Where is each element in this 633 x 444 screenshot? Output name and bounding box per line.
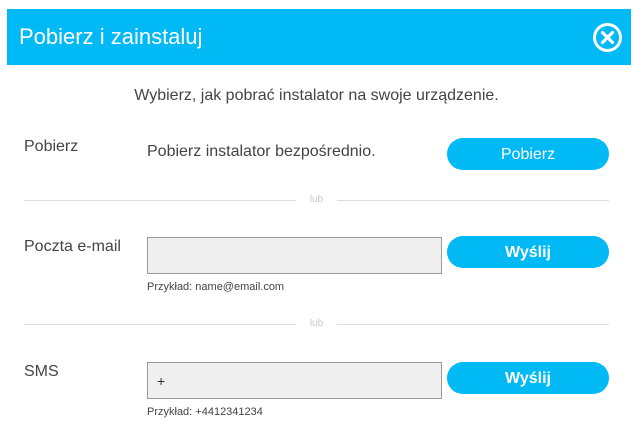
- email-send-button[interactable]: Wyślij: [447, 236, 609, 268]
- download-description: Pobierz instalator bezpośrednio.: [147, 143, 376, 160]
- close-icon: [593, 23, 622, 52]
- sms-hint: Przykład: +4412341234: [147, 406, 263, 418]
- sms-label: SMS: [24, 363, 59, 380]
- divider-or: lub: [24, 194, 609, 206]
- divider-line: [337, 324, 609, 325]
- download-button[interactable]: Pobierz: [447, 138, 609, 170]
- close-button[interactable]: [592, 22, 623, 53]
- divider-line: [337, 200, 609, 201]
- email-hint: Przykład: name@email.com: [147, 281, 285, 293]
- divider-or: lub: [24, 318, 609, 330]
- sms-send-button[interactable]: Wyślij: [447, 362, 609, 394]
- phone-number-field[interactable]: [147, 362, 442, 399]
- dialog-header: Pobierz i zainstaluj: [7, 9, 631, 65]
- email-field[interactable]: [147, 237, 442, 274]
- dialog-subtitle: Wybierz, jak pobrać instalator na swoje …: [134, 87, 499, 104]
- download-install-dialog: Pobierz i zainstaluj Wybierz, jak pobrać…: [0, 0, 633, 444]
- dialog-title: Pobierz i zainstaluj: [19, 24, 203, 49]
- email-label: Poczta e-mail: [24, 238, 121, 255]
- download-label: Pobierz: [24, 138, 79, 155]
